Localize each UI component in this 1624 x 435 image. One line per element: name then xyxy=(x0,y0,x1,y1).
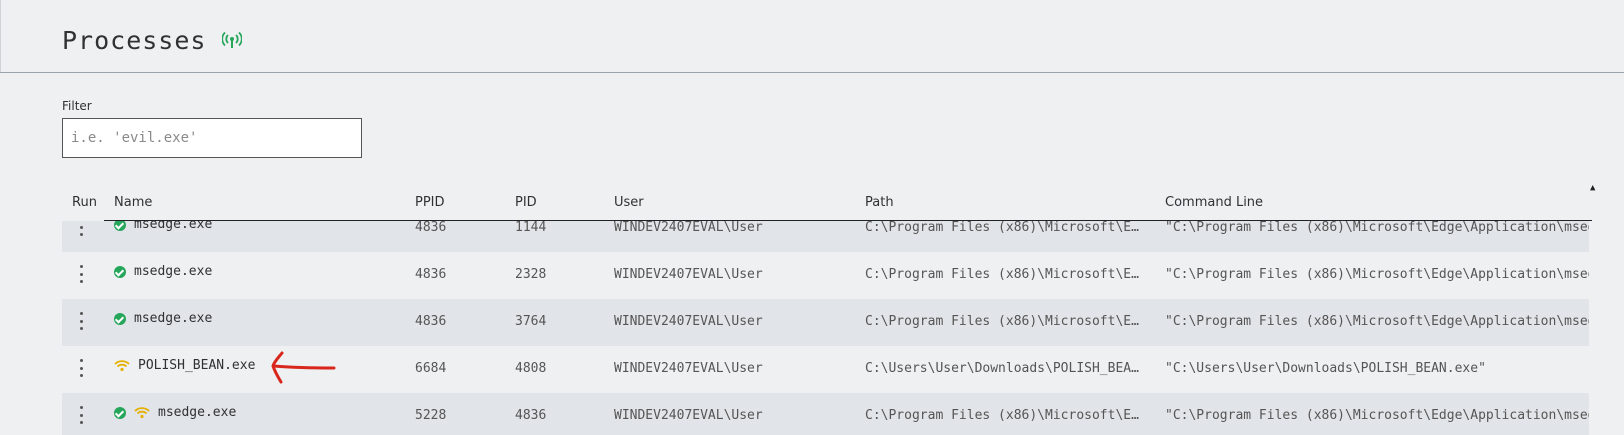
wifi-signal-icon xyxy=(114,359,130,371)
pid-cell: 1144 xyxy=(515,221,547,235)
kebab-menu-icon[interactable] xyxy=(78,221,84,236)
header-divider xyxy=(0,72,1624,73)
table-row[interactable]: msedge.exe 5228 4836 WINDEV2407EVAL\User… xyxy=(62,393,1589,435)
command-line-cell: "C:\Program Files (x86)\Microsoft\Edge\A… xyxy=(1165,221,1589,235)
process-name-cell: msedge.exe xyxy=(114,264,212,279)
check-circle-icon xyxy=(114,312,126,325)
user-cell: WINDEV2407EVAL\User xyxy=(614,314,763,329)
process-name: POLISH_BEAN.exe xyxy=(138,358,256,373)
window-edge xyxy=(0,0,1,73)
user-cell: WINDEV2407EVAL\User xyxy=(614,267,763,282)
pid-cell: 4836 xyxy=(515,408,547,423)
check-circle-icon xyxy=(114,221,126,231)
sort-caret-icon[interactable]: ▲ xyxy=(1590,183,1595,193)
pid-cell: 4808 xyxy=(515,361,547,376)
broadcast-tower-icon xyxy=(222,31,243,48)
kebab-menu-icon[interactable] xyxy=(78,359,84,377)
user-cell: WINDEV2407EVAL\User xyxy=(614,221,763,235)
path-cell: C:\Users\User\Downloads\POLISH_BEAN… xyxy=(865,361,1145,376)
process-name: msedge.exe xyxy=(134,264,213,279)
process-name: msedge.exe xyxy=(158,405,237,420)
command-line-cell: "C:\Program Files (x86)\Microsoft\Edge\A… xyxy=(1165,314,1589,329)
process-name-cell: msedge.exe xyxy=(114,405,236,420)
column-header-name[interactable]: Name xyxy=(114,195,152,210)
ppid-cell: 4836 xyxy=(415,221,447,235)
user-cell: WINDEV2407EVAL\User xyxy=(614,361,763,376)
ppid-cell: 4836 xyxy=(415,267,447,282)
process-name-cell: POLISH_BEAN.exe xyxy=(114,358,255,373)
path-cell: C:\Program Files (x86)\Microsoft\Ed… xyxy=(865,267,1145,282)
path-cell: C:\Program Files (x86)\Microsoft\Ed… xyxy=(865,221,1145,235)
column-header-user[interactable]: User xyxy=(614,195,644,210)
ppid-cell: 6684 xyxy=(415,361,447,376)
red-arrow-annotation xyxy=(271,351,336,384)
table-row[interactable]: msedge.exe 4836 3764 WINDEV2407EVAL\User… xyxy=(62,299,1589,346)
process-name-cell: msedge.exe xyxy=(114,221,212,232)
column-header-path[interactable]: Path xyxy=(865,195,894,210)
kebab-menu-icon[interactable] xyxy=(78,265,84,283)
column-header-ppid[interactable]: PPID xyxy=(415,195,445,210)
command-line-cell: "C:\Users\User\Downloads\POLISH_BEAN.exe… xyxy=(1165,361,1486,376)
ppid-cell: 5228 xyxy=(415,408,447,423)
wifi-signal-icon xyxy=(134,406,150,418)
filter-input[interactable] xyxy=(62,118,362,158)
check-circle-icon xyxy=(114,265,126,278)
filter-label: Filter xyxy=(62,99,92,113)
column-header-run[interactable]: Run xyxy=(72,195,97,210)
path-cell: C:\Program Files (x86)\Microsoft\Ed… xyxy=(865,408,1145,423)
pid-cell: 3764 xyxy=(515,314,547,329)
user-cell: WINDEV2407EVAL\User xyxy=(614,408,763,423)
process-table-body: msedge.exe 4836 1144 WINDEV2407EVAL\User… xyxy=(62,221,1589,435)
pid-cell: 2328 xyxy=(515,267,547,282)
check-circle-icon xyxy=(114,406,126,419)
table-row[interactable]: msedge.exe 4836 1144 WINDEV2407EVAL\User… xyxy=(62,221,1589,252)
table-header: Run Name PPID PID User Path Command Line xyxy=(0,193,1590,213)
path-cell: C:\Program Files (x86)\Microsoft\Ed… xyxy=(865,314,1145,329)
command-line-cell: "C:\Program Files (x86)\Microsoft\Edge\A… xyxy=(1165,408,1589,423)
kebab-menu-icon[interactable] xyxy=(78,312,84,330)
ppid-cell: 4836 xyxy=(415,314,447,329)
process-name-cell: msedge.exe xyxy=(114,311,212,326)
process-name: msedge.exe xyxy=(134,311,213,326)
kebab-menu-icon[interactable] xyxy=(78,406,84,424)
column-header-command-line[interactable]: Command Line xyxy=(1165,195,1263,210)
process-name: msedge.exe xyxy=(134,221,213,232)
page-title: Processes xyxy=(62,26,207,55)
command-line-cell: "C:\Program Files (x86)\Microsoft\Edge\A… xyxy=(1165,267,1589,282)
page-header: Processes xyxy=(62,26,243,55)
table-row[interactable]: msedge.exe 4836 2328 WINDEV2407EVAL\User… xyxy=(62,252,1589,299)
column-header-pid[interactable]: PID xyxy=(515,195,537,210)
